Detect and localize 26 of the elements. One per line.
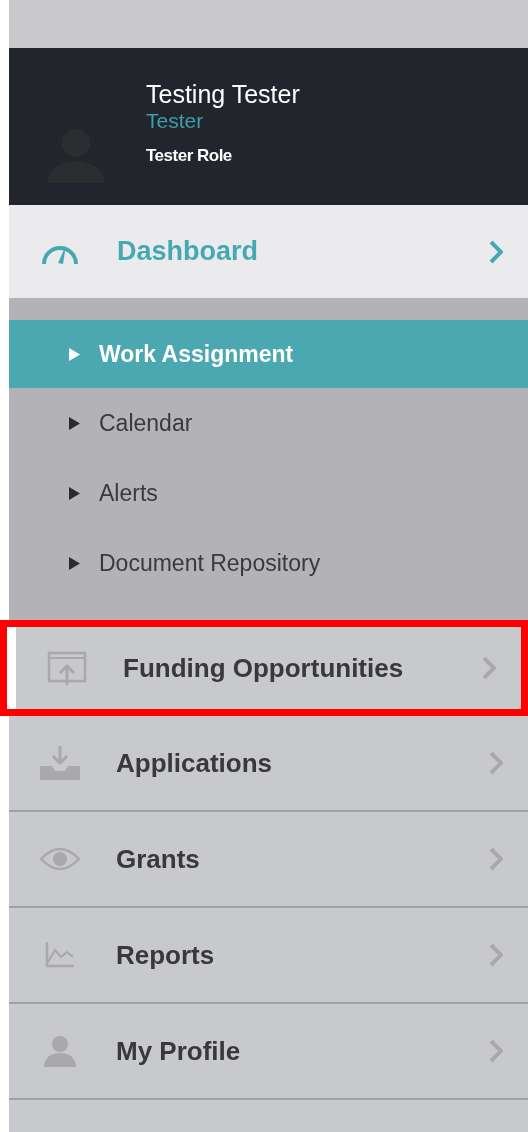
submenu-item[interactable]: Alerts bbox=[9, 458, 528, 528]
chevron-icon bbox=[489, 239, 503, 264]
line-chart-icon bbox=[45, 942, 75, 968]
user-name: Testing Tester bbox=[146, 79, 300, 109]
download-tray-icon bbox=[40, 746, 80, 780]
menu-item[interactable]: Reports bbox=[9, 908, 528, 1004]
eye-icon bbox=[40, 847, 80, 871]
chevron-icon bbox=[489, 943, 503, 967]
person-icon bbox=[44, 1035, 76, 1067]
submenu-item[interactable]: Document Repository bbox=[9, 528, 528, 598]
upload-window-icon bbox=[47, 651, 87, 685]
user-role: Tester Role bbox=[146, 145, 233, 167]
chevron-icon bbox=[489, 1039, 503, 1063]
username: Tester bbox=[146, 109, 205, 133]
menu-item[interactable]: Applications bbox=[9, 716, 528, 812]
chevron-icon bbox=[489, 751, 503, 775]
menu-item[interactable]: Grants bbox=[9, 812, 528, 908]
submenu-item[interactable]: Calendar bbox=[9, 388, 528, 458]
triangle-bullet-icon bbox=[69, 486, 80, 500]
chevron-icon bbox=[489, 847, 503, 871]
chevron-icon bbox=[482, 656, 496, 680]
triangle-bullet-icon bbox=[69, 556, 80, 570]
menu-item[interactable]: Funding Opportunities bbox=[16, 627, 521, 709]
triangle-bullet-icon bbox=[69, 416, 80, 430]
triangle-bullet-icon bbox=[69, 347, 80, 361]
menu-item[interactable]: My Profile bbox=[9, 1004, 528, 1100]
